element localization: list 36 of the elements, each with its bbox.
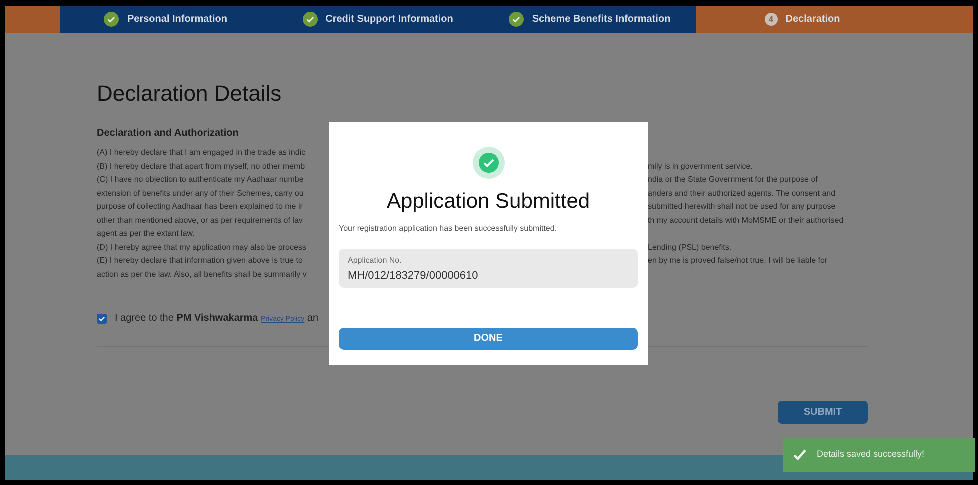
step-number: 4 (764, 13, 778, 26)
declaration-text: (B) I hereby declare that apart from myself, no other memb (97, 160, 306, 173)
declaration-text: en by me is proved false/not true, I will be liable for (648, 255, 829, 267)
step-tab[interactable]: Credit Support Information (272, 6, 484, 33)
toast-message: Details saved successfully! (817, 448, 925, 462)
declaration-text: action as per the law. Also, all benefits shall be summarily v (97, 268, 307, 281)
check-circle-icon (302, 12, 318, 27)
declaration-text: extension of benefits under any of their Schemes, carry ou (97, 188, 304, 200)
declaration-text: (A) I hereby declare that I am engaged in the trade as indic (97, 147, 306, 159)
declaration-text: other than mentioned above, or as per requirements of lav (97, 214, 303, 227)
declaration-text: submitted herewith shall not be used for any purpose (648, 201, 837, 213)
declaration-text: ndia or the State Government for the purpose of (648, 174, 819, 186)
declaration-text: (D) I hereby agree that my application may also be process (97, 242, 306, 254)
dialog-title: Application Submitted (386, 189, 590, 215)
section-title: Declaration and Authorization (97, 127, 239, 141)
declaration-text: purpose of collecting Aadhaar has been explained to me ir (97, 201, 303, 213)
declaration-text: th my account details with MoMSME or their authorised (648, 214, 845, 227)
declaration-text: (E) I hereby declare that information given above is true to (97, 255, 303, 267)
check-circle-icon (104, 12, 120, 27)
field-value: MH/012/183279/00000610 (348, 268, 478, 284)
check-circle-icon (509, 12, 524, 27)
declaration-text: Lending (PSL) benefits. (648, 242, 733, 254)
step-tab[interactable]: Personal Information (60, 6, 272, 33)
declaration-text: mily is in government service. (648, 160, 754, 173)
declaration-text: anders and their authorized agents. The consent and (648, 188, 837, 200)
declaration-text: (C) I have no objection to authenticate my Aadhaar numbe (97, 174, 304, 186)
done-button[interactable]: DONE (339, 328, 638, 350)
step-tab[interactable]: Scheme Benefits Information (484, 6, 696, 33)
submit-button[interactable]: SUBMIT (778, 401, 868, 424)
declaration-text: agent as per the extant law. (97, 228, 195, 240)
check-icon (793, 449, 807, 461)
page-title: Declaration Details (97, 80, 282, 108)
dialog-message: Your registration application has been successfully submitted. (339, 222, 558, 234)
agree-checkbox[interactable] (97, 314, 107, 324)
field-label: Application No. (348, 254, 402, 266)
success-check-icon (472, 146, 506, 180)
